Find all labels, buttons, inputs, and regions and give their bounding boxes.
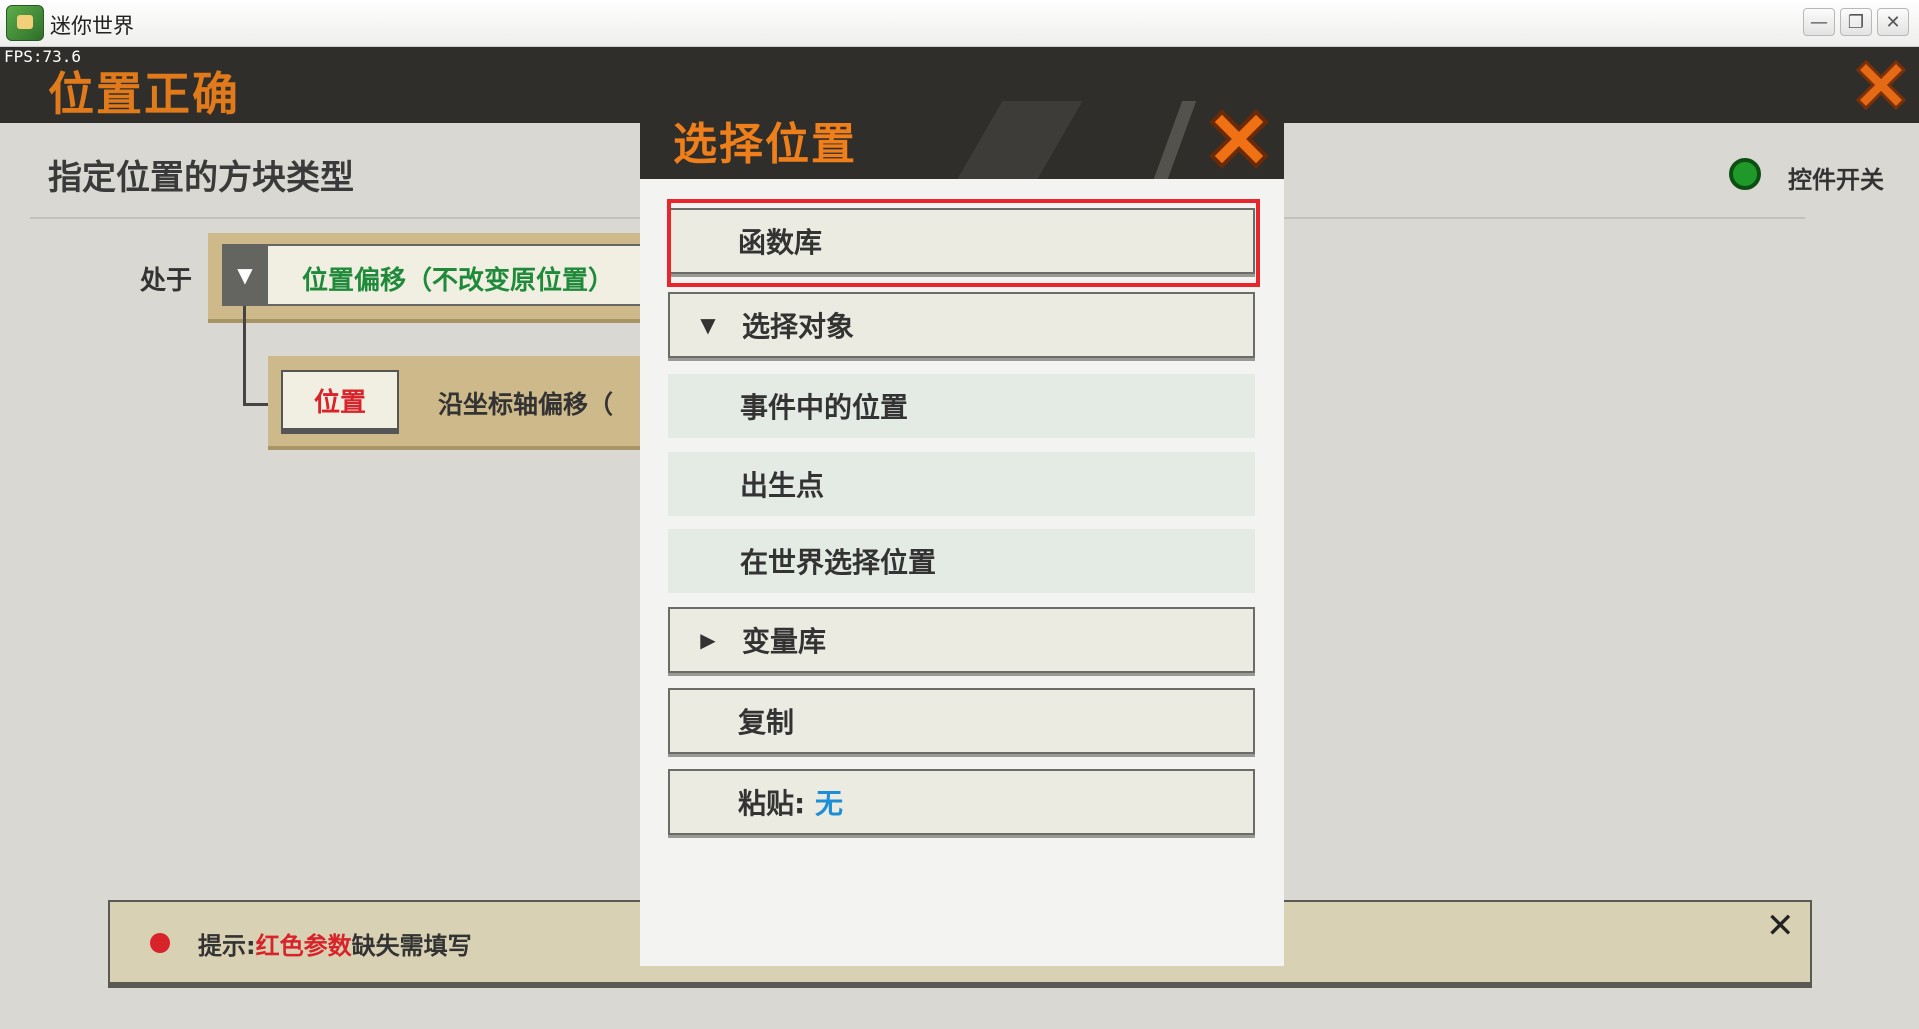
- menu-item-variable-library[interactable]: ▶ 变量库: [668, 607, 1255, 673]
- window-title: 迷你世界: [50, 14, 134, 38]
- submenu-item-spawn-point[interactable]: 出生点: [668, 452, 1255, 516]
- position-dropdown-value: 位置偏移（不改变原位置）: [302, 266, 615, 296]
- menu-item-label: 复制: [738, 706, 795, 739]
- modal-close-icon[interactable]: [1204, 104, 1274, 174]
- paste-value: 无: [814, 787, 843, 820]
- position-param-chip[interactable]: 位置: [281, 370, 399, 430]
- menu-item-label: 粘贴:: [738, 787, 806, 820]
- modal-title: 选择位置: [673, 119, 857, 170]
- menu-item-paste[interactable]: 粘贴: 无: [668, 769, 1255, 835]
- section-title: 指定位置的方块类型: [48, 158, 354, 198]
- menu-item-copy[interactable]: 复制: [668, 688, 1255, 754]
- toggle-indicator-icon[interactable]: [1729, 158, 1761, 190]
- window-titlebar: [0, 0, 1919, 47]
- app-logo-icon: [6, 5, 44, 41]
- chevron-down-icon: ▼: [700, 313, 716, 337]
- selection-highlight: [667, 199, 1260, 287]
- menu-item-label: 事件中的位置: [740, 391, 909, 424]
- connector-line: [243, 306, 246, 406]
- window-close-button[interactable]: ✕: [1877, 8, 1909, 36]
- chevron-right-icon: ▶: [700, 628, 716, 652]
- hint-close-button[interactable]: ✕: [1766, 906, 1795, 946]
- hint-red-text: 红色参数: [255, 932, 352, 960]
- warning-dot-icon: [150, 933, 170, 953]
- chevron-down-icon[interactable]: ▼: [222, 244, 268, 306]
- submenu-item-event-position[interactable]: 事件中的位置: [668, 374, 1255, 438]
- row-label-at: 处于: [140, 266, 193, 296]
- submenu-item-select-in-world[interactable]: 在世界选择位置: [668, 529, 1255, 593]
- maximize-button[interactable]: ❐: [1840, 8, 1872, 36]
- page-title: 位置正确: [48, 67, 240, 121]
- toggle-label[interactable]: 控件开关: [1788, 160, 1884, 195]
- menu-item-select-object[interactable]: ▼ 选择对象: [668, 292, 1255, 358]
- hint-text: 提示:红色参数缺失需填写: [198, 932, 472, 960]
- menu-item-label: 变量库: [742, 625, 827, 658]
- editor-close-icon[interactable]: [1852, 56, 1910, 114]
- menu-item-label: 在世界选择位置: [740, 546, 937, 579]
- offset-description: 沿坐标轴偏移（: [438, 390, 614, 419]
- menu-item-label: 出生点: [740, 469, 825, 502]
- minimize-button[interactable]: —: [1803, 8, 1835, 36]
- menu-item-label: 选择对象: [742, 310, 855, 343]
